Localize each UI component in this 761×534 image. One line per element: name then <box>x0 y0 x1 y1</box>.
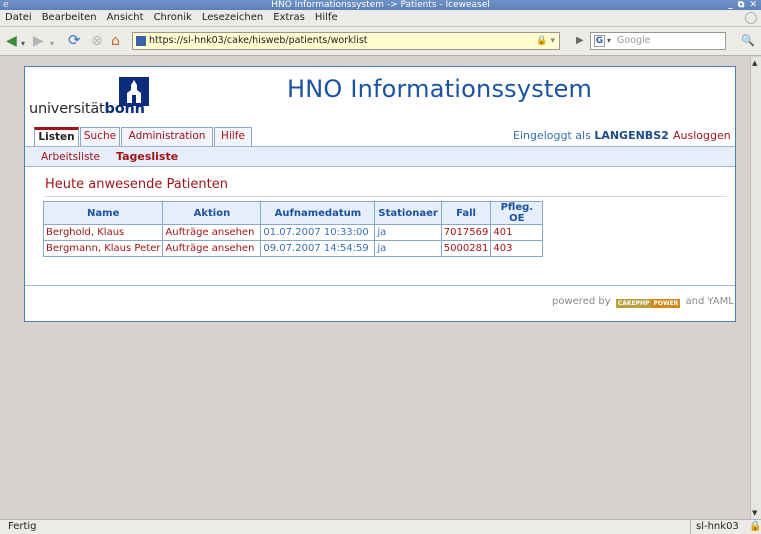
table-row: Berghold, Klaus Aufträge ansehen 01.07.2… <box>42 224 544 241</box>
view-orders-link[interactable]: Aufträge ansehen <box>162 240 262 257</box>
subnav-tagesliste[interactable]: Tagesliste <box>116 150 178 163</box>
badge-left-text: CAKEPHP <box>615 298 652 308</box>
column-header-name[interactable]: Name <box>42 201 164 225</box>
search-engine-icon[interactable]: G <box>594 35 605 47</box>
search-box[interactable]: G ▾ Google <box>590 32 726 50</box>
table-row: Bergmann, Klaus Peter Aufträge ansehen 0… <box>42 240 544 257</box>
tab-hilfe[interactable]: Hilfe <box>214 127 252 146</box>
powered-by-text: powered by <box>552 296 611 307</box>
table-header-row: Name Aktion Aufnamedatum Stationaer Fall… <box>42 201 544 225</box>
menu-hilfe[interactable]: Hilfe <box>310 10 343 23</box>
logged-in-username: LANGENBS2 <box>594 129 669 142</box>
menu-lesezeichen[interactable]: Lesezeichen <box>197 10 268 23</box>
section-title: Heute anwesende Patienten <box>45 177 228 192</box>
cakephp-badge[interactable]: CAKEPHP POWER <box>615 297 681 308</box>
patient-name[interactable]: Berghold, Klaus <box>42 224 164 241</box>
column-header-aktion[interactable]: Aktion <box>162 201 262 225</box>
menu-datei[interactable]: Datei <box>0 10 37 23</box>
case-number: 5000281 <box>440 240 492 257</box>
menu-bar: Datei Bearbeiten Ansicht Chronik Lesezeichen… <box>0 10 761 27</box>
sub-navigation: Arbeitsliste Tagesliste <box>25 147 735 167</box>
status-host: sl-hnk03 <box>690 520 739 534</box>
column-header-fall[interactable]: Fall <box>440 201 492 225</box>
care-unit: 403 <box>490 240 544 257</box>
footer-divider <box>25 285 735 286</box>
go-icon[interactable]: ▶ <box>576 35 584 46</box>
patient-name[interactable]: Bergmann, Klaus Peter <box>42 240 164 257</box>
secure-lock-icon[interactable]: 🔒 <box>749 520 761 534</box>
tab-listen[interactable]: Listen <box>34 127 79 146</box>
menu-chronik[interactable]: Chronik <box>149 10 197 23</box>
column-header-pfleg-oe[interactable]: Pfleg. OE <box>490 201 544 225</box>
url-text: https://sl-hnk03/cake/hisweb/patients/wo… <box>149 35 368 46</box>
site-favicon-icon <box>136 36 146 46</box>
stationary-flag: ja <box>374 240 442 257</box>
home-icon[interactable]: ⌂ <box>111 34 120 48</box>
logo-prefix: universität <box>29 101 105 117</box>
back-arrow-icon[interactable]: ◀ <box>6 34 17 48</box>
reload-icon[interactable]: ⟳ <box>68 33 81 48</box>
and-yaml-link[interactable]: and YAML <box>685 296 733 307</box>
care-unit: 401 <box>490 224 544 241</box>
search-placeholder: Google <box>617 35 651 46</box>
stationary-flag: ja <box>374 224 442 241</box>
window-titlebar: e HNO Informationssystem -> Patients - I… <box>0 0 761 10</box>
logo-bold: bonn <box>104 101 145 117</box>
login-status: Eingeloggt als LANGENBS2 <box>513 129 669 142</box>
scroll-up-arrow-icon[interactable]: ▲ <box>752 59 757 67</box>
activity-throbber-icon <box>745 12 757 24</box>
back-history-dropdown-icon[interactable]: ▾ <box>21 37 25 51</box>
scroll-down-arrow-icon[interactable]: ▼ <box>752 509 757 517</box>
case-number: 7017569 <box>440 224 492 241</box>
site-title: HNO Informationssystem <box>287 75 593 103</box>
footer-credits: powered by CAKEPHP POWER and YAML <box>552 296 734 308</box>
vertical-scrollbar[interactable]: ▲ ▼ <box>750 57 761 519</box>
column-header-stationaer[interactable]: Stationaer <box>374 201 442 225</box>
university-logo[interactable]: universitätbonn <box>29 101 145 117</box>
logout-link[interactable]: Ausloggen <box>673 129 731 142</box>
menu-extras[interactable]: Extras <box>268 10 310 23</box>
subnav-arbeitsliste[interactable]: Arbeitsliste <box>41 151 100 163</box>
status-text: Fertig <box>8 521 37 532</box>
stop-icon[interactable]: ⊗ <box>91 34 103 48</box>
badge-right-text: POWER <box>651 298 681 308</box>
column-header-aufnamedatum[interactable]: Aufnamedatum <box>260 201 376 225</box>
url-bar-actions-icon[interactable]: 🔒 ▾ <box>536 33 555 49</box>
page-viewport: universitätbonn HNO Informationssystem L… <box>0 57 750 519</box>
window-title: HNO Informationssystem -> Patients - Ice… <box>271 0 490 10</box>
window-controls[interactable]: _ ⧉ ✕ <box>728 0 758 10</box>
search-magnifier-icon[interactable]: 🔍 <box>741 34 755 47</box>
page-container: universitätbonn HNO Informationssystem L… <box>24 66 736 322</box>
menu-bearbeiten[interactable]: Bearbeiten <box>37 10 102 23</box>
patients-table: Name Aktion Aufnamedatum Stationaer Fall… <box>42 201 544 257</box>
view-orders-link[interactable]: Aufträge ansehen <box>162 224 262 241</box>
menu-ansicht[interactable]: Ansicht <box>102 10 149 23</box>
tab-administration[interactable]: Administration <box>121 127 213 146</box>
admission-date: 01.07.2007 10:33:00 <box>260 224 376 241</box>
status-bar: Fertig sl-hnk03 🔒 <box>0 519 761 534</box>
forward-history-dropdown-icon[interactable]: ▾ <box>50 37 54 51</box>
logged-in-prefix: Eingeloggt als <box>513 129 591 142</box>
forward-arrow-icon[interactable]: ▶ <box>33 34 44 48</box>
url-bar[interactable]: https://sl-hnk03/cake/hisweb/patients/wo… <box>132 32 560 50</box>
admission-date: 09.07.2007 14:54:59 <box>260 240 376 257</box>
search-engine-dropdown-icon[interactable]: ▾ <box>607 33 611 49</box>
tab-suche[interactable]: Suche <box>80 127 120 146</box>
navigation-toolbar: ◀ ▾ ▶ ▾ ⟳ ⊗ ⌂ https://sl-hnk03/cake/hisw… <box>0 27 761 56</box>
section-divider <box>45 196 727 197</box>
